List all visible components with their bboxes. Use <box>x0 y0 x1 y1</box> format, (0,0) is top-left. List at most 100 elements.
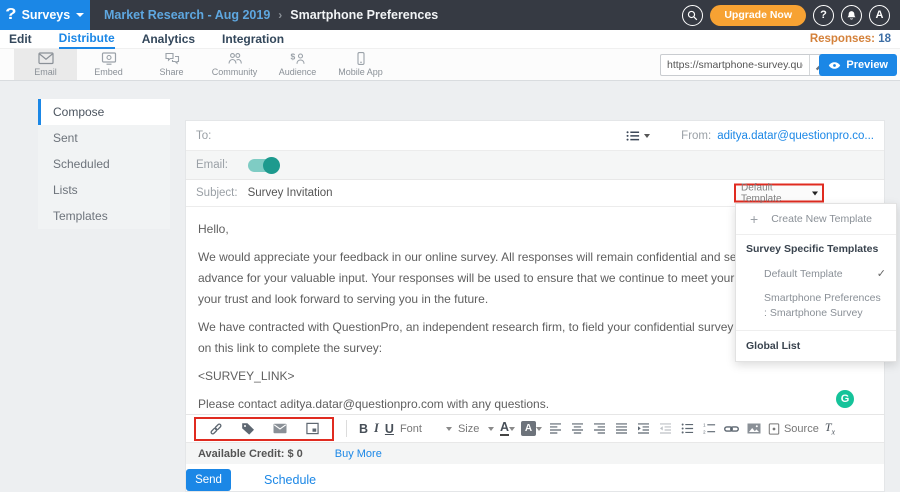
send-button[interactable]: Send <box>186 469 231 491</box>
chevron-down-icon <box>812 191 818 195</box>
outdent-button[interactable] <box>658 419 674 439</box>
tab-analytics[interactable]: Analytics <box>142 30 195 49</box>
sidebar-item-lists[interactable]: Lists <box>38 177 170 203</box>
source-button[interactable]: Source <box>768 423 819 435</box>
help-button[interactable]: ? <box>813 5 834 26</box>
insert-survey-link-button[interactable] <box>208 419 224 439</box>
search-icon <box>687 10 698 21</box>
align-justify-button[interactable] <box>614 419 630 439</box>
underline-button[interactable]: U <box>385 422 394 436</box>
insert-image-button[interactable] <box>746 419 762 439</box>
channel-share[interactable]: Share <box>140 49 203 80</box>
account-avatar[interactable]: A <box>869 5 890 26</box>
survey-url-field <box>660 54 832 76</box>
align-right-button[interactable] <box>592 419 608 439</box>
template-select[interactable]: Default Template <box>741 182 818 204</box>
insert-embed-button[interactable] <box>304 419 320 439</box>
breadcrumb: Market Research - Aug 2019 › Smartphone … <box>104 8 438 22</box>
email-icon <box>38 52 54 65</box>
envelope-icon <box>273 423 287 434</box>
align-justify-icon <box>615 423 628 434</box>
bold-button[interactable]: B <box>359 422 368 436</box>
email-toggle[interactable] <box>248 159 278 172</box>
notifications-button[interactable] <box>841 5 862 26</box>
survey-url-input[interactable] <box>661 59 809 71</box>
header-actions: Upgrade Now ? A <box>682 5 900 26</box>
subject-input[interactable]: Survey Invitation <box>248 187 333 199</box>
channel-email[interactable]: Email <box>14 49 77 80</box>
remove-format-button[interactable]: Tx <box>825 420 835 436</box>
responses-count: 18 <box>878 33 891 45</box>
insert-email-button[interactable] <box>272 419 288 439</box>
size-dropdown[interactable]: Size <box>458 423 494 435</box>
breadcrumb-survey-name[interactable]: Market Research - Aug 2019 <box>104 8 270 22</box>
surveys-menu-label: Surveys <box>22 8 71 22</box>
sidebar-item-templates[interactable]: Templates <box>38 203 170 229</box>
embed-box-icon <box>306 422 319 435</box>
align-left-button[interactable] <box>548 419 564 439</box>
tab-integration[interactable]: Integration <box>222 30 284 49</box>
font-dropdown-label: Font <box>400 423 422 435</box>
contact-list-icon <box>626 130 640 142</box>
sidebar-item-scheduled[interactable]: Scheduled <box>38 151 170 177</box>
numbered-list-button[interactable]: 12 <box>702 419 718 439</box>
insert-tag-button[interactable] <box>240 419 256 439</box>
bell-icon <box>846 10 857 21</box>
eye-icon <box>828 61 841 70</box>
distribution-channels-bar: Email Embed Share Community $ Audience M… <box>0 49 900 81</box>
menu-item-create-new-template[interactable]: + Create New Template <box>736 204 896 235</box>
tab-edit[interactable]: Edit <box>9 30 32 49</box>
text-color-button[interactable]: A <box>500 421 515 436</box>
toolbar-divider <box>346 420 347 437</box>
smartphone-template-line2: : Smartphone Survey <box>764 306 886 321</box>
preview-label: Preview <box>846 59 888 71</box>
source-doc-icon <box>768 423 780 435</box>
menu-item-default-template[interactable]: Default Template ✓ <box>736 261 896 286</box>
bullet-list-icon <box>681 423 694 434</box>
channel-embed[interactable]: Embed <box>77 49 140 80</box>
annotation-box-template-select: Default Template <box>734 184 824 203</box>
channel-label: Audience <box>279 67 317 77</box>
surveys-menu-button[interactable]: ? Surveys <box>0 0 90 30</box>
schedule-link[interactable]: Schedule <box>264 473 316 487</box>
preview-button[interactable]: Preview <box>819 54 897 76</box>
sidebar-item-compose[interactable]: Compose <box>38 99 170 125</box>
chain-link-icon <box>724 424 739 434</box>
sidebar-item-sent[interactable]: Sent <box>38 125 170 151</box>
align-center-button[interactable] <box>570 419 586 439</box>
italic-button[interactable]: I <box>374 421 379 436</box>
menu-section-survey-templates: Survey Specific Templates <box>736 235 896 261</box>
template-dropdown-menu: + Create New Template Survey Specific Te… <box>735 203 897 362</box>
channel-mobile-app[interactable]: Mobile App <box>329 49 392 80</box>
to-recipients-input[interactable] <box>219 121 626 150</box>
audience-icon: $ <box>290 52 306 65</box>
channel-community[interactable]: Community <box>203 49 266 80</box>
from-label: From: <box>681 130 711 142</box>
buy-more-link[interactable]: Buy More <box>335 448 382 460</box>
bullet-list-button[interactable] <box>680 419 696 439</box>
upgrade-now-button[interactable]: Upgrade Now <box>710 5 806 26</box>
avatar-initial: A <box>876 9 884 21</box>
menu-section-global-list[interactable]: Global List <box>736 330 896 361</box>
indent-button[interactable] <box>636 419 652 439</box>
source-label: Source <box>784 423 819 435</box>
to-row-actions: From: aditya.datar@questionpro.co... <box>626 130 874 142</box>
annotation-box-insert-tools <box>194 417 334 441</box>
background-color-button[interactable]: A <box>521 421 542 436</box>
menu-item-smartphone-template[interactable]: Smartphone Preferences : Smartphone Surv… <box>736 286 896 330</box>
font-dropdown[interactable]: Font <box>400 423 452 435</box>
channel-label: Share <box>159 67 183 77</box>
editor-toolbar: B I U Font Size A A 12 Source <box>186 414 884 442</box>
hyperlink-button[interactable] <box>724 419 740 439</box>
channel-audience[interactable]: $ Audience <box>266 49 329 80</box>
survey-nav: Edit Distribute Analytics Integration Re… <box>0 30 900 49</box>
remove-format-T: T <box>825 420 832 434</box>
outdent-icon <box>659 423 672 434</box>
tab-distribute[interactable]: Distribute <box>59 30 115 49</box>
select-email-list-button[interactable] <box>626 130 650 142</box>
credit-band: Available Credit: $ 0 Buy More <box>186 442 884 464</box>
search-button[interactable] <box>682 5 703 26</box>
grammarly-button[interactable]: G <box>836 390 854 408</box>
from-email-link[interactable]: aditya.datar@questionpro.co... <box>717 130 874 142</box>
smartphone-template-line1: Smartphone Preferences <box>764 291 886 306</box>
